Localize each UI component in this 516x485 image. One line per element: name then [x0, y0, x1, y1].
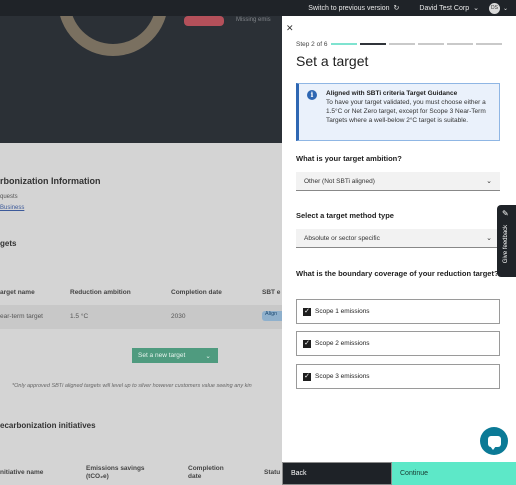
- step-bar: [389, 43, 415, 45]
- missing-emissions-text: Missing emis: [236, 17, 271, 23]
- step-bar: [476, 43, 502, 45]
- top-bar: Switch to previous version ↻ David Test …: [0, 0, 516, 16]
- method-value: Absolute or sector specific: [304, 234, 380, 242]
- status-badge: [184, 16, 224, 26]
- refresh-icon: ↻: [393, 5, 400, 12]
- scope-2-checkbox[interactable]: ✓ Scope 2 emissions: [296, 331, 500, 356]
- scope-label: Scope 1 emissions: [315, 308, 370, 315]
- back-button[interactable]: Back: [282, 462, 392, 485]
- step-progress: [331, 43, 502, 45]
- boundary-question: What is the boundary coverage of your re…: [296, 269, 499, 278]
- dashboard-content: rbonization Information quests Business …: [0, 143, 282, 485]
- ambition-select[interactable]: Other (Not SBTi aligned) ⌄: [296, 172, 500, 191]
- page-title: Set a target: [296, 53, 369, 69]
- step-bar: [447, 43, 473, 45]
- org-selector[interactable]: David Test Corp ⌄: [419, 4, 479, 13]
- step-bar: [360, 43, 386, 45]
- chat-icon: [487, 435, 501, 450]
- ambition-cell: 1.5 °C: [70, 313, 89, 320]
- requests-label: quests: [0, 194, 18, 200]
- checkbox-checked-icon: ✓: [303, 372, 311, 381]
- switch-version-link[interactable]: Switch to previous version ↻: [308, 4, 400, 13]
- column-header: (tCO₂e): [86, 473, 109, 480]
- method-select[interactable]: Absolute or sector specific ⌄: [296, 229, 500, 248]
- feedback-label: Give feedback: [503, 224, 509, 264]
- give-feedback-tab[interactable]: ✎ Give feedback: [497, 205, 516, 277]
- dashboard-hero: Missing emis: [0, 16, 282, 143]
- chevron-down-icon: ⌄: [205, 352, 211, 360]
- scope-label: Scope 3 emissions: [315, 373, 370, 380]
- business-link[interactable]: Business: [0, 205, 24, 211]
- step-bar: [331, 43, 357, 45]
- column-header: arget name: [0, 289, 35, 296]
- continue-button[interactable]: Continue: [392, 462, 516, 485]
- column-header: date: [188, 473, 202, 480]
- checkbox-checked-icon: ✓: [303, 307, 311, 316]
- method-question: Select a target method type: [296, 211, 394, 220]
- close-icon[interactable]: ✕: [286, 23, 294, 34]
- chevron-down-icon: ⌄: [486, 178, 492, 185]
- step-bar: [418, 43, 444, 45]
- checkbox-checked-icon: ✓: [303, 339, 311, 348]
- column-header: Completion: [188, 465, 224, 472]
- chevron-down-icon: ⌄: [486, 235, 492, 242]
- step-indicator: Step 2 of 6: [296, 41, 328, 48]
- column-header: Statu: [264, 469, 281, 476]
- sbt-status-badge: Align: [262, 311, 282, 321]
- column-header: SBT e: [262, 289, 281, 296]
- set-new-target-button[interactable]: Set a new target ⌄: [132, 348, 218, 363]
- column-header: Completion date: [171, 289, 222, 296]
- guidance-body: To have your target validated, you must …: [326, 99, 486, 124]
- ambition-question: What is your target ambition?: [296, 154, 402, 163]
- column-header: Reduction ambition: [70, 289, 131, 296]
- scope-3-checkbox[interactable]: ✓ Scope 3 emissions: [296, 364, 500, 389]
- column-header: nitiative name: [0, 469, 44, 476]
- initiatives-title: ecarbonization initiatives: [0, 421, 96, 430]
- scope-label: Scope 2 emissions: [315, 340, 370, 347]
- chevron-down-icon: ⌄: [473, 5, 479, 12]
- section-title: rbonization Information: [0, 176, 101, 186]
- guidance-callout: i Aligned with SBTi criteria Target Guid…: [296, 83, 500, 141]
- set-target-drawer: ✕ Step 2 of 6 Set a target i Aligned wit…: [282, 16, 516, 485]
- guidance-title: Aligned with SBTi criteria Target Guidan…: [326, 90, 458, 97]
- targets-title: gets: [0, 239, 17, 248]
- ambition-value: Other (Not SBTi aligned): [304, 177, 375, 185]
- switch-version-label: Switch to previous version: [308, 4, 390, 12]
- avatar[interactable]: DS: [488, 2, 500, 14]
- info-icon: i: [307, 90, 317, 100]
- progress-arc: [58, 16, 168, 56]
- set-new-target-label: Set a new target: [138, 352, 186, 359]
- chevron-down-icon[interactable]: ⌄: [503, 5, 508, 12]
- column-header: Emissions savings: [86, 465, 145, 472]
- org-name: David Test Corp: [419, 4, 470, 12]
- target-name-cell: ear-term target: [0, 313, 43, 320]
- footnote: *Only approved SBTi aligned targets will…: [12, 383, 252, 389]
- scope-1-checkbox[interactable]: ✓ Scope 1 emissions: [296, 299, 500, 324]
- chat-button[interactable]: [480, 427, 508, 455]
- date-cell: 2030: [171, 313, 186, 320]
